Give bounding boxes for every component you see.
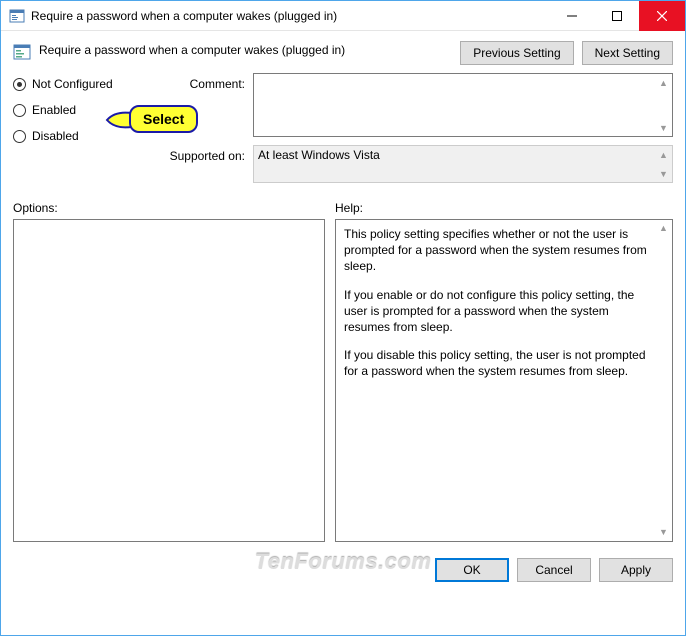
help-panel: This policy setting specifies whether or… — [335, 219, 673, 542]
scroll-down-icon[interactable]: ▼ — [656, 166, 671, 181]
comment-label: Comment: — [163, 73, 253, 137]
previous-setting-button[interactable]: Previous Setting — [460, 41, 573, 65]
options-label: Options: — [13, 201, 325, 215]
radio-icon — [13, 78, 26, 91]
scroll-up-icon[interactable]: ▲ — [656, 221, 671, 236]
radio-label: Disabled — [32, 129, 79, 143]
radio-label: Not Configured — [32, 77, 113, 91]
options-panel — [13, 219, 325, 542]
cancel-button[interactable]: Cancel — [517, 558, 591, 582]
radio-icon — [13, 130, 26, 143]
supported-label: Supported on: — [163, 145, 253, 183]
maximize-button[interactable] — [594, 1, 639, 31]
radio-icon — [13, 104, 26, 117]
apply-button[interactable]: Apply — [599, 558, 673, 582]
policy-icon — [9, 8, 25, 24]
scroll-up-icon[interactable]: ▲ — [656, 147, 671, 162]
policy-icon — [13, 43, 31, 61]
comment-textarea[interactable]: ▲ ▼ — [253, 73, 673, 137]
titlebar: Require a password when a computer wakes… — [1, 1, 685, 31]
policy-name: Require a password when a computer wakes… — [39, 41, 452, 57]
scroll-down-icon[interactable]: ▼ — [656, 525, 671, 540]
radio-disabled[interactable]: Disabled — [13, 129, 153, 143]
minimize-button[interactable] — [549, 1, 594, 31]
scroll-down-icon[interactable]: ▼ — [656, 120, 671, 135]
window-title: Require a password when a computer wakes… — [31, 9, 337, 23]
scroll-up-icon[interactable]: ▲ — [656, 75, 671, 90]
next-setting-button[interactable]: Next Setting — [582, 41, 673, 65]
ok-button[interactable]: OK — [435, 558, 509, 582]
close-button[interactable] — [639, 1, 685, 31]
supported-on-box: At least Windows Vista ▲ ▼ — [253, 145, 673, 183]
radio-label: Enabled — [32, 103, 76, 117]
radio-not-configured[interactable]: Not Configured — [13, 77, 153, 91]
radio-enabled[interactable]: Enabled — [13, 103, 153, 117]
help-label: Help: — [335, 201, 673, 215]
